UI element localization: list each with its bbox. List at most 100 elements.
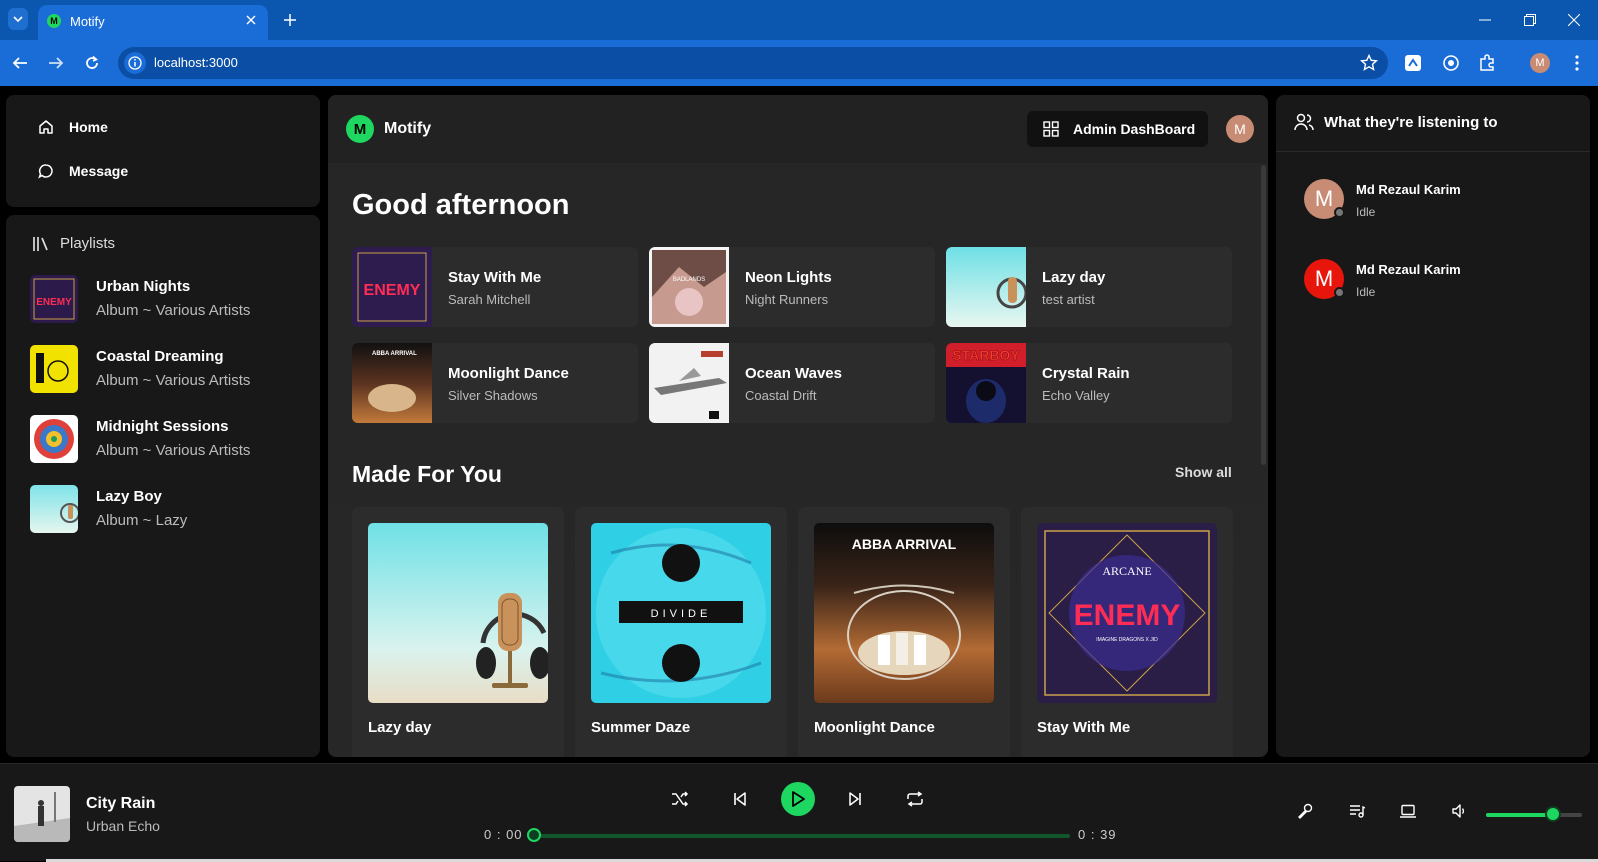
minimize-button[interactable] (1473, 10, 1497, 30)
friends-activity-title: What they're listening to (1324, 113, 1498, 131)
quick-pick-artist: test artist (1042, 292, 1095, 307)
cover-text: BADLANDS (673, 277, 705, 283)
album-card[interactable]: ARCANE ENEMY IMAGINE DRAGONS X JID Stay Wi… (1021, 507, 1233, 757)
playlist-item[interactable]: Midnight Sessions Album ~ Various Artist… (30, 415, 300, 465)
browser-menu-button[interactable] (1566, 52, 1588, 74)
url-input[interactable]: localhost:3000 (118, 47, 1388, 79)
status-dot (1334, 207, 1345, 218)
quick-pick-cover (649, 343, 729, 423)
album-card[interactable]: DIVIDE Summer Daze (575, 507, 787, 757)
playlist-subtitle: Album ~ Various Artists (96, 372, 251, 389)
playlist-item[interactable]: Coastal Dreaming Album ~ Various Artists (30, 345, 300, 395)
nav-panel: Home Message (6, 95, 320, 207)
playlist-item[interactable]: ENEMY Urban Nights Album ~ Various Artis… (30, 275, 300, 325)
quick-pick-title: Neon Lights (745, 269, 832, 286)
now-playing-artist: Urban Echo (86, 818, 160, 834)
back-button[interactable] (9, 52, 31, 74)
repeat-button[interactable] (903, 787, 927, 811)
album-title: Summer Daze (591, 719, 691, 736)
now-playing-cover (14, 786, 70, 842)
restore-icon (1524, 14, 1536, 26)
play-icon (792, 791, 805, 807)
quick-pick-card[interactable]: BADLANDS Neon Lights Night Runners (649, 247, 935, 327)
tab-favicon: M (47, 14, 61, 28)
now-playing-title: City Rain (86, 795, 156, 812)
quick-pick-artist: Silver Shadows (448, 388, 538, 403)
browser-profile-avatar[interactable]: M (1530, 53, 1550, 73)
progress-handle[interactable] (527, 828, 541, 842)
album-card[interactable]: Lazy day (352, 507, 564, 757)
album-card[interactable]: ABBA ARRIVAL Moonlight Dance (798, 507, 1010, 757)
playlist-name: Urban Nights (96, 278, 191, 295)
cover-text: STARBOY (952, 347, 1020, 363)
device-button[interactable] (1397, 800, 1419, 822)
forward-button[interactable] (45, 52, 67, 74)
playlist-name: Coastal Dreaming (96, 348, 224, 365)
made-for-you-heading: Made For You (352, 461, 502, 487)
quick-pick-card[interactable]: ENEMY Stay With Me Sarah Mitchell (352, 247, 638, 327)
playlist-item[interactable]: Lazy Boy Album ~ Lazy (30, 485, 300, 535)
quick-pick-cover: ABBA ARRIVAL (352, 343, 432, 423)
quick-pick-title: Stay With Me (448, 269, 542, 286)
friend-item[interactable]: M Md Rezaul Karim Idle (1304, 179, 1574, 223)
admin-dashboard-button[interactable]: Admin DashBoard (1027, 111, 1208, 147)
tab-close-button[interactable] (242, 11, 260, 29)
laptop-icon (1400, 804, 1416, 818)
minimize-icon (1479, 19, 1491, 21)
main-scrollbar[interactable] (1261, 165, 1266, 465)
reload-button[interactable] (81, 52, 103, 74)
users-icon (1294, 113, 1314, 131)
nav-item-message[interactable]: Message (38, 163, 128, 179)
quick-pick-card[interactable]: Ocean Waves Coastal Drift (649, 343, 935, 423)
progress-bar[interactable] (534, 834, 1070, 838)
queue-button[interactable] (1346, 800, 1368, 822)
shuffle-button[interactable] (668, 787, 692, 811)
nav-item-home[interactable]: Home (38, 119, 108, 135)
volume-handle[interactable] (1545, 806, 1562, 822)
browser-tab[interactable]: M Motify (38, 5, 268, 40)
show-all-link[interactable]: Show all (1175, 464, 1232, 480)
album-title: Stay With Me (1037, 719, 1131, 736)
album-title: Moonlight Dance (814, 719, 935, 736)
admin-dashboard-label: Admin DashBoard (1073, 121, 1196, 137)
quick-pick-card[interactable]: STARBOY Crystal Rain Echo Valley (946, 343, 1232, 423)
album-cover: ARCANE ENEMY IMAGINE DRAGONS X JID (1037, 523, 1217, 703)
play-button[interactable] (781, 782, 815, 816)
main-panel: M Motify Admin DashBoard M Good afternoo… (328, 95, 1268, 757)
restore-button[interactable] (1518, 10, 1542, 30)
extension-square-icon (1405, 55, 1421, 71)
volume-slider[interactable] (1486, 813, 1582, 817)
site-info-button[interactable] (124, 52, 146, 74)
close-window-button[interactable] (1562, 10, 1586, 30)
close-icon (1568, 14, 1580, 26)
cover-text: ABBA ARRIVAL (372, 351, 417, 357)
kebab-menu-icon (1575, 55, 1579, 71)
next-button[interactable] (843, 787, 867, 811)
friend-item[interactable]: M Md Rezaul Karim Idle (1304, 259, 1574, 303)
bookmark-button[interactable] (1360, 54, 1378, 72)
home-icon (39, 120, 53, 134)
arrow-right-icon (49, 57, 64, 69)
quick-pick-cover (946, 247, 1026, 327)
extension-target-button[interactable] (1440, 52, 1462, 74)
greeting-heading: Good afternoon (352, 189, 570, 221)
lyrics-button[interactable] (1294, 800, 1316, 822)
app-logo: M (346, 115, 374, 143)
playlists-label: Playlists (60, 235, 116, 252)
url-text: localhost:3000 (154, 55, 238, 70)
user-avatar[interactable]: M (1226, 115, 1254, 143)
extensions-menu-button[interactable] (1476, 52, 1498, 74)
quick-pick-card[interactable]: ABBA ARRIVAL Moonlight Dance Silver Shad… (352, 343, 638, 423)
friend-activity: Idle (1356, 205, 1376, 219)
previous-button[interactable] (728, 787, 752, 811)
quick-pick-card[interactable]: Lazy day test artist (946, 247, 1232, 327)
playlists-header[interactable]: Playlists (32, 235, 115, 252)
friend-activity: Idle (1356, 285, 1376, 299)
star-icon (1360, 54, 1378, 71)
tab-search-button[interactable] (8, 8, 28, 30)
playlists-panel: Playlists ENEMY Urban Nights Album ~ Var… (6, 215, 320, 757)
shuffle-icon (672, 791, 689, 807)
new-tab-button[interactable] (280, 10, 300, 30)
mute-button[interactable] (1448, 800, 1470, 822)
extension-button[interactable] (1402, 52, 1424, 74)
